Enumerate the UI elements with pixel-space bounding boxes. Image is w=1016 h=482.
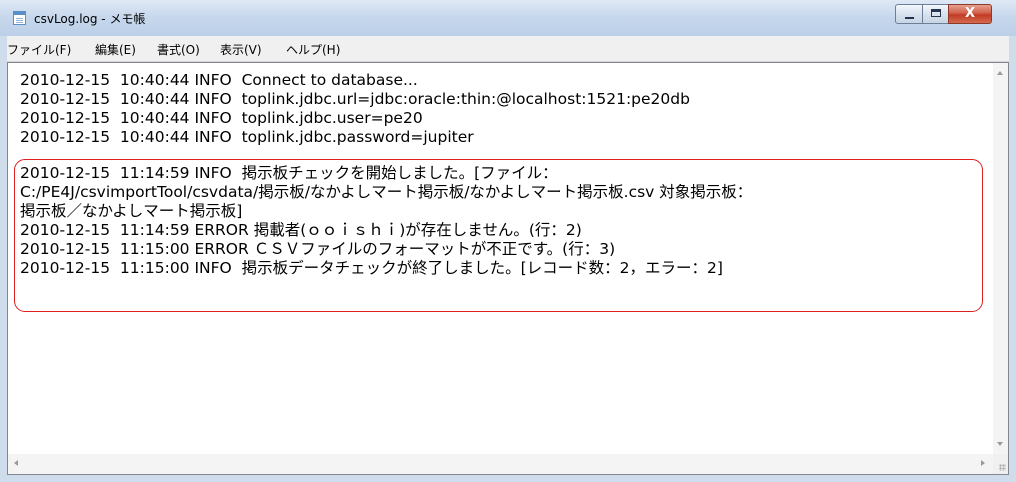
notepad-window: csvLog.log - メモ帳 X ファイル(F) 編集(E) 書式(O) 表… bbox=[0, 0, 1016, 482]
scroll-down-arrow-icon[interactable] bbox=[997, 442, 1003, 446]
menu-format[interactable]: 書式(O) bbox=[157, 41, 200, 58]
size-grip[interactable] bbox=[993, 454, 1008, 474]
horizontal-scrollbar[interactable] bbox=[8, 454, 993, 474]
scroll-right-arrow-icon[interactable] bbox=[981, 460, 985, 466]
log-line: 2010-12-15 10:40:44 INFO toplink.jdbc.ur… bbox=[20, 90, 690, 108]
menu-view[interactable]: 表示(V) bbox=[220, 41, 262, 58]
notepad-icon[interactable] bbox=[13, 11, 26, 25]
minimize-button[interactable] bbox=[895, 4, 923, 24]
menu-edit[interactable]: 編集(E) bbox=[95, 41, 136, 58]
menu-help[interactable]: ヘルプ(H) bbox=[286, 41, 340, 58]
menu-bar: ファイル(F) 編集(E) 書式(O) 表示(V) ヘルプ(H) bbox=[7, 36, 1009, 62]
resize-grip-icon bbox=[999, 464, 1006, 471]
scroll-left-arrow-icon[interactable] bbox=[14, 460, 18, 466]
title-bar[interactable]: csvLog.log - メモ帳 X bbox=[0, 0, 1016, 36]
log-line: 2010-12-15 10:40:44 INFO toplink.jdbc.pa… bbox=[20, 128, 474, 146]
minimize-icon bbox=[905, 17, 914, 19]
log-line: 2010-12-15 10:40:44 INFO toplink.jdbc.us… bbox=[20, 109, 423, 127]
log-line: 2010-12-15 10:40:44 INFO Connect to data… bbox=[20, 71, 418, 89]
maximize-icon bbox=[931, 9, 941, 17]
vertical-scrollbar[interactable] bbox=[993, 63, 1008, 454]
close-button[interactable]: X bbox=[948, 4, 992, 24]
maximize-button[interactable] bbox=[922, 4, 949, 24]
window-title: csvLog.log - メモ帳 bbox=[34, 12, 146, 26]
highlight-annotation bbox=[14, 159, 983, 312]
close-icon: X bbox=[964, 6, 976, 21]
editor-area[interactable]: 2010-12-15 10:40:44 INFO Connect to data… bbox=[7, 62, 1009, 475]
text-content[interactable]: 2010-12-15 10:40:44 INFO Connect to data… bbox=[8, 63, 993, 454]
scroll-up-arrow-icon[interactable] bbox=[997, 71, 1003, 75]
menu-file[interactable]: ファイル(F) bbox=[7, 41, 71, 58]
